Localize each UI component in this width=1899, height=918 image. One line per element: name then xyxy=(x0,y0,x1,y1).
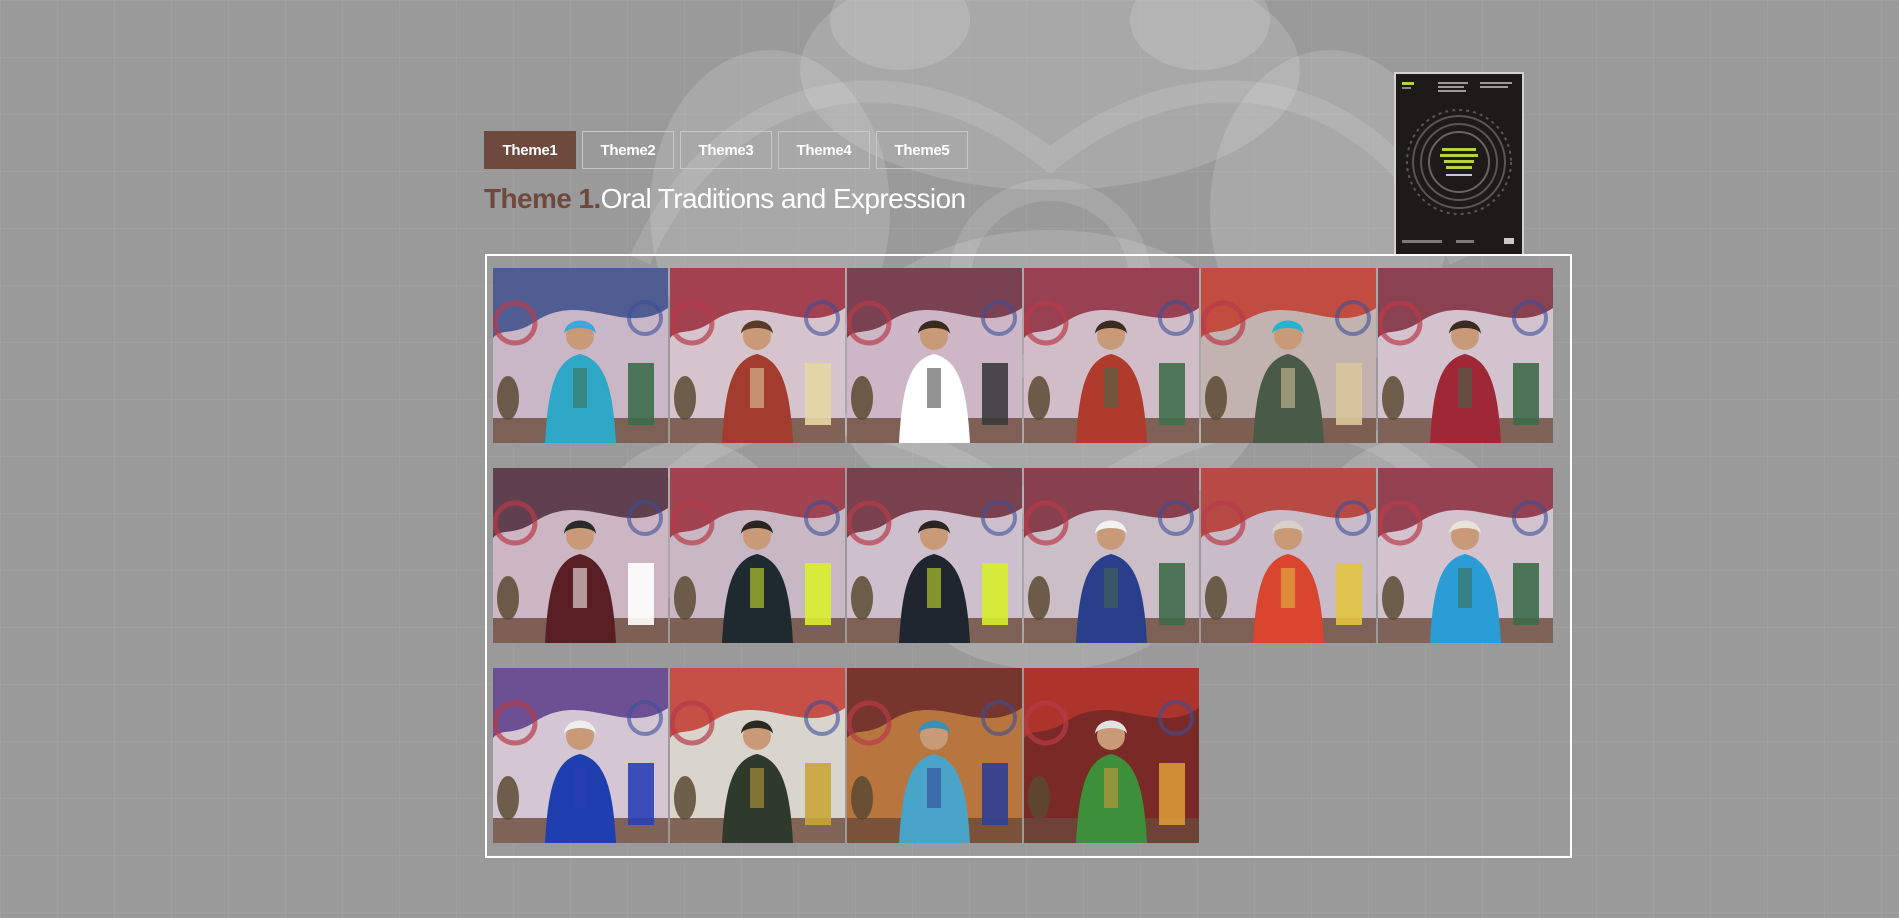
photo-grid xyxy=(493,268,1553,843)
tab-theme1[interactable]: Theme1 xyxy=(484,131,576,169)
photo-image xyxy=(847,268,1022,443)
gallery-photo[interactable] xyxy=(493,668,668,843)
gallery-photo[interactable] xyxy=(1024,268,1199,443)
photo-image xyxy=(847,668,1022,843)
photo-image xyxy=(670,268,845,443)
tab-theme5[interactable]: Theme5 xyxy=(876,131,968,169)
photo-image xyxy=(670,668,845,843)
photo-image xyxy=(493,668,668,843)
page-title-text: Oral Traditions and Expression xyxy=(600,183,966,214)
gallery-photo[interactable] xyxy=(847,268,1022,443)
gallery-photo[interactable] xyxy=(670,268,845,443)
gallery-photo[interactable] xyxy=(1201,468,1376,643)
gallery-photo[interactable] xyxy=(1024,468,1199,643)
gallery-photo[interactable] xyxy=(1201,268,1376,443)
photo-image xyxy=(1201,468,1376,643)
page-title-prefix: Theme 1. xyxy=(484,183,601,214)
photo-image xyxy=(1378,268,1553,443)
photo-image xyxy=(847,468,1022,643)
photo-gallery xyxy=(485,254,1572,858)
dvd-cover-image[interactable] xyxy=(1394,72,1524,256)
photo-image xyxy=(1024,668,1199,843)
tab-theme4[interactable]: Theme4 xyxy=(778,131,870,169)
photo-image xyxy=(1378,468,1553,643)
gallery-photo[interactable] xyxy=(1378,268,1553,443)
gallery-photo[interactable] xyxy=(670,468,845,643)
cover-artwork xyxy=(1396,74,1522,254)
tab-theme3[interactable]: Theme3 xyxy=(680,131,772,169)
gallery-photo[interactable] xyxy=(670,668,845,843)
page-title: Theme 1.Oral Traditions and Expression xyxy=(484,183,966,215)
tab-theme2[interactable]: Theme2 xyxy=(582,131,674,169)
gallery-photo[interactable] xyxy=(847,468,1022,643)
photo-image xyxy=(1201,268,1376,443)
gallery-photo[interactable] xyxy=(493,268,668,443)
gallery-photo[interactable] xyxy=(1378,468,1553,643)
gallery-photo[interactable] xyxy=(493,468,668,643)
theme-tabs: Theme1 Theme2 Theme3 Theme4 Theme5 xyxy=(484,131,968,169)
photo-image xyxy=(1024,268,1199,443)
photo-image xyxy=(493,268,668,443)
photo-image xyxy=(670,468,845,643)
gallery-photo[interactable] xyxy=(847,668,1022,843)
photo-image xyxy=(493,468,668,643)
gallery-photo[interactable] xyxy=(1024,668,1199,843)
photo-image xyxy=(1024,468,1199,643)
